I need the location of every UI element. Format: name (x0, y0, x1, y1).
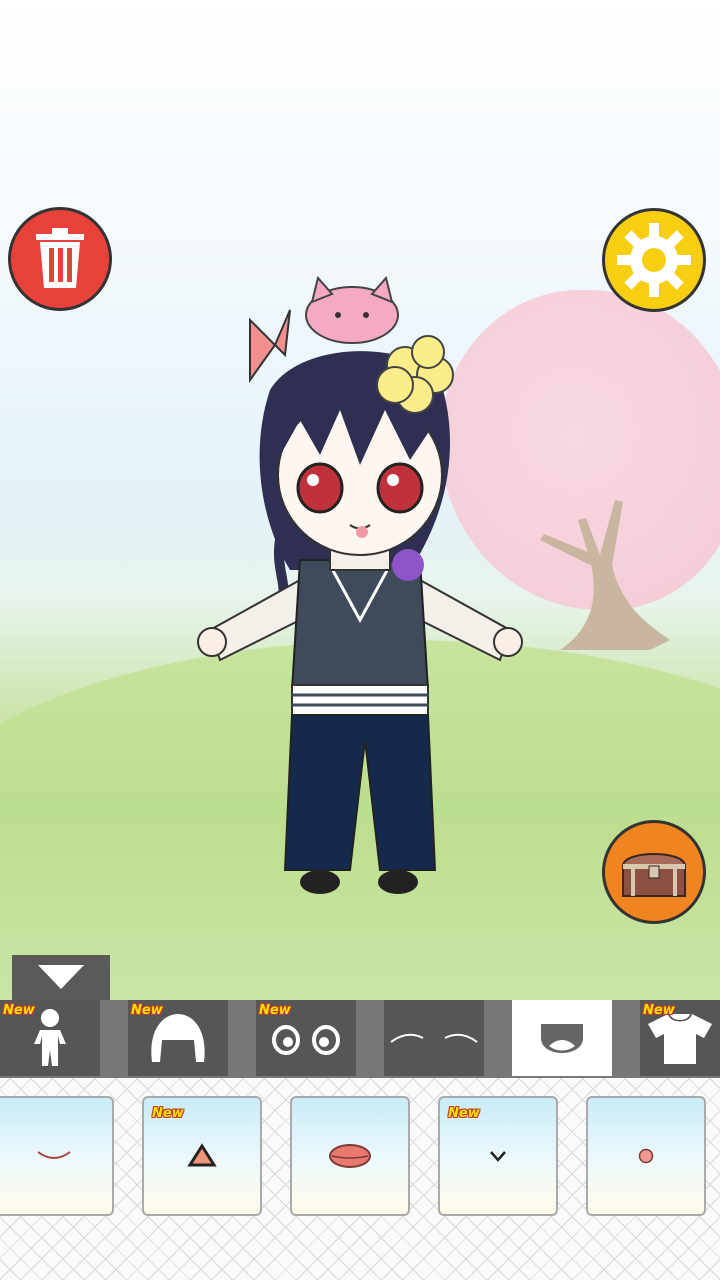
body-icon (34, 1009, 66, 1066)
tab-body[interactable]: New (0, 1000, 100, 1076)
new-badge: New (131, 1003, 163, 1018)
tab-mouth[interactable] (512, 1000, 612, 1076)
item-mouth-smile[interactable] (0, 1096, 114, 1216)
gear-icon (617, 223, 691, 297)
new-badge: New (643, 1003, 675, 1018)
tab-eyes[interactable]: New (256, 1000, 356, 1076)
shirt-icon (648, 1014, 712, 1064)
tab-eyebrows[interactable] (384, 1000, 484, 1076)
treasure-chest-button[interactable] (602, 820, 706, 924)
hair-icon (151, 1014, 205, 1062)
mouth-dot-icon (638, 1148, 654, 1164)
treasure-chest-icon (621, 853, 687, 897)
mouth-smile-icon (37, 1151, 71, 1159)
collapse-panel-button[interactable] (12, 955, 110, 1001)
mouth-icon (541, 1024, 583, 1053)
new-badge: New (152, 1106, 184, 1121)
mouth-triangle-icon (187, 1143, 217, 1167)
triangle-down-icon (38, 965, 84, 989)
item-selection-panel: New New (0, 1078, 720, 1280)
new-badge: New (448, 1106, 480, 1121)
settings-button[interactable] (602, 208, 706, 312)
new-badge: New (259, 1003, 291, 1018)
tab-hair[interactable]: New (128, 1000, 228, 1076)
item-mouth-dot[interactable] (586, 1096, 706, 1216)
eyes-icon (272, 1025, 340, 1055)
eyebrows-icon (390, 1033, 478, 1043)
chibi-character[interactable] (180, 270, 540, 910)
tab-clothes[interactable]: New (640, 1000, 720, 1076)
trash-button[interactable] (8, 207, 112, 311)
item-mouth-lips[interactable] (290, 1096, 410, 1216)
category-bar: New New New New (0, 1000, 720, 1078)
mouth-lips-icon (329, 1144, 371, 1168)
mouth-small-v-icon (490, 1151, 506, 1162)
new-badge: New (3, 1003, 35, 1018)
cherry-tree-trunk (540, 500, 670, 650)
item-mouth-small-v[interactable]: New (438, 1096, 558, 1216)
item-mouth-triangle[interactable]: New (142, 1096, 262, 1216)
trash-icon (36, 228, 84, 288)
